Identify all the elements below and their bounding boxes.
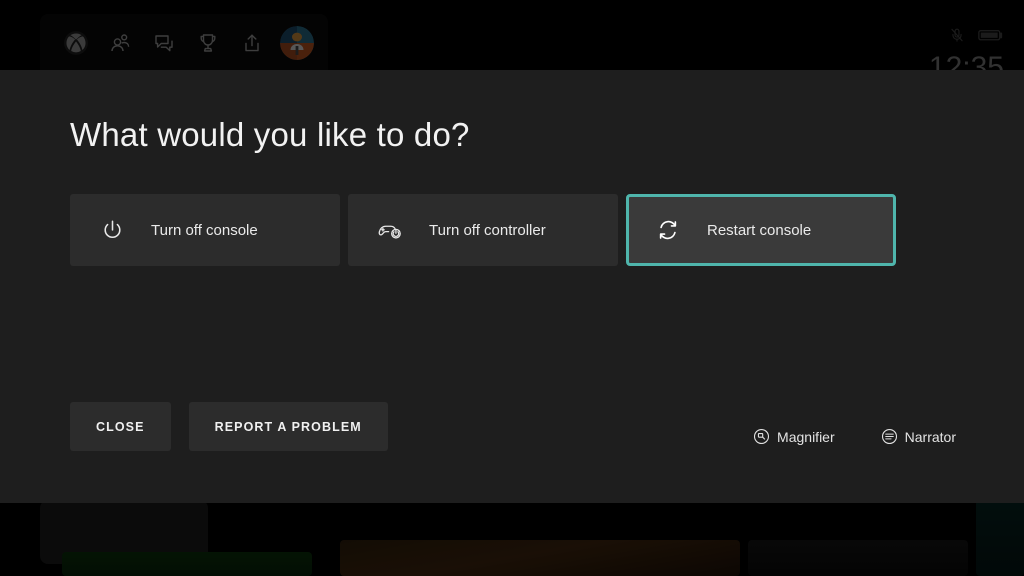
- magnifier-shortcut[interactable]: Magnifier: [753, 428, 835, 445]
- narrator-icon: [881, 428, 898, 445]
- magnifier-icon: [753, 428, 770, 445]
- magnifier-label: Magnifier: [777, 429, 835, 445]
- power-icon: [99, 217, 125, 243]
- page-title: What would you like to do?: [70, 116, 470, 154]
- gamepad-power-icon: [377, 217, 403, 243]
- option-label: Turn off controller: [429, 222, 546, 239]
- power-options-list: Turn off console Turn off controller: [70, 194, 896, 266]
- option-restart-console[interactable]: Restart console: [626, 194, 896, 266]
- xbox-guide-screen: 12:35 What would you like to do? Turn of…: [0, 0, 1024, 576]
- power-options-overlay: What would you like to do? Turn off cons…: [0, 70, 1024, 503]
- option-label: Restart console: [707, 222, 811, 239]
- option-label: Turn off console: [151, 222, 258, 239]
- option-turn-off-console[interactable]: Turn off console: [70, 194, 340, 266]
- restart-icon: [655, 217, 681, 243]
- narrator-shortcut[interactable]: Narrator: [881, 428, 956, 445]
- accessibility-shortcuts: Magnifier Narrator: [753, 428, 956, 445]
- overlay-action-buttons: CLOSE REPORT A PROBLEM: [70, 402, 388, 451]
- option-turn-off-controller[interactable]: Turn off controller: [348, 194, 618, 266]
- narrator-label: Narrator: [905, 429, 956, 445]
- report-a-problem-button[interactable]: REPORT A PROBLEM: [189, 402, 388, 451]
- close-button[interactable]: CLOSE: [70, 402, 171, 451]
